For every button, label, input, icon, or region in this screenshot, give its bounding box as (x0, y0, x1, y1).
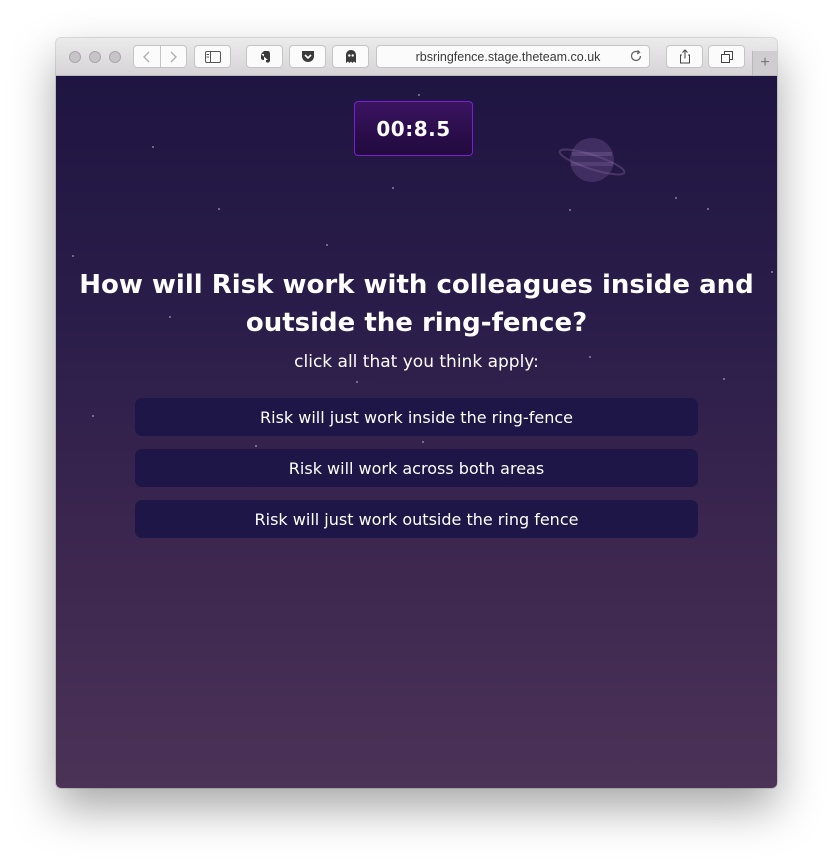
new-tab-button[interactable]: + (752, 51, 777, 75)
minimize-window-button[interactable] (89, 51, 101, 63)
sidebar-button[interactable] (194, 45, 231, 68)
browser-window: rbsringfence.stage.theteam.co.uk + 00:8.… (56, 38, 777, 788)
star (72, 255, 74, 257)
answer-option-outside[interactable]: Risk will just work outside the ring fen… (135, 500, 698, 538)
tabs-overview-button[interactable] (708, 45, 745, 68)
evernote-icon (260, 50, 270, 63)
star (356, 381, 358, 383)
close-window-button[interactable] (69, 51, 81, 63)
question-text: How will Risk work with colleagues insid… (79, 270, 754, 338)
star (152, 146, 154, 148)
chevron-left-icon (142, 51, 150, 62)
star (418, 94, 420, 96)
countdown-timer: 00:8.5 (354, 101, 473, 156)
browser-toolbar: rbsringfence.stage.theteam.co.uk + (56, 38, 777, 76)
star (569, 209, 571, 211)
pocket-icon (301, 51, 314, 62)
pocket-extension-button[interactable] (289, 45, 326, 68)
ghostery-extension-button[interactable] (332, 45, 369, 68)
star (707, 208, 709, 210)
ghostery-icon (345, 50, 356, 63)
instruction-text: click all that you think apply: (294, 352, 539, 372)
star (392, 187, 394, 189)
evernote-extension-button[interactable] (246, 45, 283, 68)
reload-icon[interactable] (629, 49, 643, 66)
chevron-right-icon (170, 51, 178, 62)
answer-option-inside[interactable]: Risk will just work inside the ring-fenc… (135, 398, 698, 436)
star (422, 441, 424, 443)
sidebar-icon (204, 50, 221, 63)
address-url: rbsringfence.stage.theteam.co.uk (415, 49, 601, 64)
star (255, 445, 257, 447)
zoom-window-button[interactable] (109, 51, 121, 63)
back-button[interactable] (134, 46, 160, 67)
quiz-page: 00:8.5 How will Risk work with colleague… (56, 76, 777, 788)
tabs-icon (720, 50, 733, 63)
planet-decoration (558, 138, 626, 182)
star (326, 244, 328, 246)
address-bar[interactable]: rbsringfence.stage.theteam.co.uk (376, 45, 650, 68)
star (771, 271, 773, 273)
star (675, 197, 677, 199)
share-icon (679, 49, 690, 64)
answer-option-both[interactable]: Risk will work across both areas (135, 449, 698, 487)
navigation-buttons (133, 45, 187, 68)
star (92, 415, 94, 417)
star (723, 378, 725, 380)
star (218, 208, 220, 210)
share-button[interactable] (666, 45, 703, 68)
forward-button[interactable] (159, 46, 187, 67)
